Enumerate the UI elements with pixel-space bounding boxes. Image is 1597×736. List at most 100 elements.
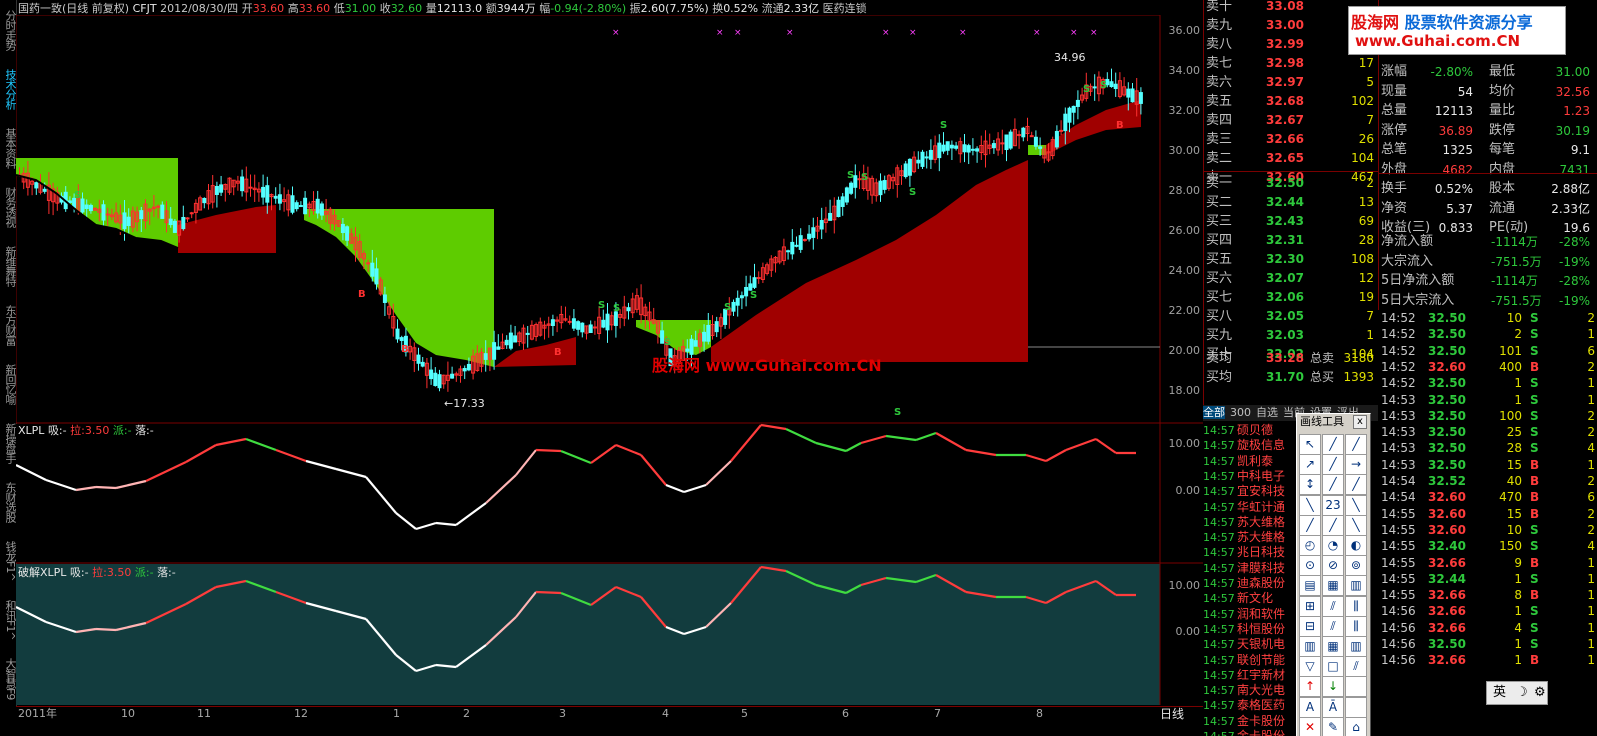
- tick-row[interactable]: 14:56 32.66 4 S 1: [1378, 620, 1597, 636]
- order-book-row[interactable]: 买一 32.50 2: [1206, 174, 1378, 193]
- tick-row[interactable]: 14:54 32.52 40 B 2: [1378, 473, 1597, 489]
- ime-indicator[interactable]: 英 ☽ ⚙: [1486, 681, 1548, 705]
- fan-icon[interactable]: ╲: [1345, 494, 1367, 516]
- order-book-row[interactable]: 卖六 32.97 5: [1206, 73, 1378, 92]
- horizontal-ray-icon[interactable]: →: [1345, 454, 1367, 476]
- order-book-row[interactable]: 买三 32.43 69: [1206, 212, 1378, 231]
- bars3-icon[interactable]: ▥: [1345, 636, 1367, 657]
- stock-list-tab[interactable]: 全部: [1203, 406, 1225, 419]
- delete-icon[interactable]: ✕: [1299, 716, 1321, 736]
- order-book-row[interactable]: 买七 32.06 19: [1206, 288, 1378, 307]
- left-tab-8[interactable]: 东财选股: [0, 474, 16, 530]
- grid-icon[interactable]: ▤: [1299, 575, 1321, 597]
- period-icon[interactable]: ▥: [1345, 575, 1367, 597]
- fan2-icon[interactable]: ⫽: [1345, 656, 1367, 678]
- fibonacci-arc-icon[interactable]: ⊘: [1322, 555, 1344, 577]
- number-tool-icon[interactable]: 23: [1322, 494, 1344, 516]
- tick-row[interactable]: 14:53 32.50 15 B 1: [1378, 457, 1597, 473]
- left-tab-10[interactable]: 和讯F1^: [0, 592, 16, 648]
- pitchfork-icon[interactable]: ⫼: [1345, 595, 1367, 617]
- blank2-icon[interactable]: [1345, 696, 1367, 718]
- order-book-row[interactable]: 买四 32.31 28: [1206, 231, 1378, 250]
- tick-row[interactable]: 14:52 32.50 1 S 1: [1378, 375, 1597, 391]
- pen-icon[interactable]: ✎: [1322, 716, 1344, 736]
- order-book-row[interactable]: 卖三 32.66 26: [1206, 130, 1378, 149]
- tick-row[interactable]: 14:52 32.50 2 S 1: [1378, 326, 1597, 342]
- left-tab-0[interactable]: 分时走势: [0, 2, 16, 58]
- fib-ret-icon[interactable]: ⊞: [1299, 595, 1321, 617]
- tick-row[interactable]: 14:53 32.50 28 S 4: [1378, 440, 1597, 456]
- order-book-row[interactable]: 卖五 32.68 102: [1206, 92, 1378, 111]
- tick-row[interactable]: 14:53 32.50 100 S 2: [1378, 408, 1597, 424]
- stock-list-tab[interactable]: 300: [1230, 406, 1251, 419]
- left-tab-7[interactable]: 新操盘手: [0, 415, 16, 471]
- triangle-icon[interactable]: ▽: [1299, 656, 1321, 678]
- target-icon[interactable]: ⊙: [1299, 555, 1321, 577]
- box-icon[interactable]: ▦: [1322, 575, 1344, 597]
- home-icon[interactable]: ⌂: [1345, 716, 1367, 736]
- tick-row[interactable]: 14:56 32.50 1 S 1: [1378, 636, 1597, 652]
- order-book-row[interactable]: 买八 32.05 7: [1206, 307, 1378, 326]
- tick-row[interactable]: 14:53 32.50 25 S 2: [1378, 424, 1597, 440]
- up-arrow-icon[interactable]: ↑: [1299, 676, 1321, 698]
- select-icon[interactable]: ↖: [1299, 434, 1321, 455]
- cycle-icon[interactable]: ◔: [1322, 535, 1344, 556]
- gann-icon[interactable]: ⊚: [1345, 555, 1367, 577]
- arrow-line-icon[interactable]: ↗: [1299, 454, 1321, 476]
- tick-row[interactable]: 14:52 32.60 400 B 2: [1378, 359, 1597, 375]
- line-tool-icon[interactable]: ╱: [1322, 434, 1344, 455]
- down-arrow-icon[interactable]: ↓: [1322, 676, 1344, 698]
- tick-row[interactable]: 14:55 32.40 150 S 4: [1378, 538, 1597, 554]
- order-book-row[interactable]: 卖四 32.67 7: [1206, 111, 1378, 130]
- vertical-line-icon[interactable]: ↕: [1299, 474, 1321, 496]
- left-tab-1[interactable]: 技术分析: [0, 61, 16, 117]
- order-book-row[interactable]: 买六 32.07 12: [1206, 269, 1378, 288]
- left-tab-11[interactable]: 大智慧F9: [0, 651, 16, 707]
- fib-fan-icon[interactable]: ⊟: [1299, 615, 1321, 637]
- text-box-icon[interactable]: Ā: [1322, 696, 1344, 718]
- text-icon[interactable]: A: [1299, 696, 1321, 718]
- parallel2-icon[interactable]: ⫽: [1322, 595, 1344, 617]
- kline-chart-area[interactable]: SBB BS SSSSS SSSS SBS× × × × × × × × × ×: [16, 15, 1203, 705]
- tick-row[interactable]: 14:55 32.44 1 S 1: [1378, 571, 1597, 587]
- period-label[interactable]: 日线: [1160, 705, 1202, 721]
- tick-row[interactable]: 14:55 32.66 9 B 1: [1378, 555, 1597, 571]
- tick-row[interactable]: 14:55 32.60 15 B 2: [1378, 506, 1597, 522]
- left-tab-5[interactable]: 东方财富: [0, 297, 16, 353]
- regression-icon[interactable]: ╱: [1299, 514, 1321, 536]
- blank-icon[interactable]: [1345, 676, 1367, 698]
- tick-row[interactable]: 14:55 32.60 10 S 2: [1378, 522, 1597, 538]
- tick-row[interactable]: 14:52 32.50 10 S 2: [1378, 310, 1597, 326]
- tick-row[interactable]: 14:54 32.60 470 B 6: [1378, 489, 1597, 505]
- channel2-icon[interactable]: ╱: [1322, 514, 1344, 536]
- stock-list-tab[interactable]: 自选: [1256, 406, 1278, 419]
- ray-tool-icon[interactable]: ╱: [1345, 434, 1367, 455]
- left-tab-3[interactable]: 财务透视: [0, 179, 16, 235]
- left-tab-9[interactable]: 钱龙F1^: [0, 533, 16, 589]
- left-tab-6[interactable]: 新回忆喻: [0, 356, 16, 412]
- channel-icon[interactable]: ╱: [1345, 474, 1367, 496]
- left-tab-2[interactable]: 基本资料: [0, 120, 16, 176]
- rectangle-icon[interactable]: □: [1322, 656, 1344, 678]
- segment-icon[interactable]: ╱: [1322, 454, 1344, 476]
- order-book-row[interactable]: 卖二 32.65 104: [1206, 149, 1378, 168]
- lines2-icon[interactable]: ⫽: [1322, 615, 1344, 637]
- lines3-icon[interactable]: ⫼: [1345, 615, 1367, 637]
- order-book-row[interactable]: 买九 32.03 1: [1206, 326, 1378, 345]
- trend-down-icon[interactable]: ╲: [1299, 494, 1321, 516]
- bars-icon[interactable]: ▥: [1299, 636, 1321, 657]
- arc-icon[interactable]: ╲: [1345, 514, 1367, 536]
- tools-close-button[interactable]: x: [1353, 415, 1367, 429]
- ellipse-icon[interactable]: ◐: [1345, 535, 1367, 556]
- order-book-row[interactable]: 买二 32.44 13: [1206, 193, 1378, 212]
- left-tab-4[interactable]: 新维舞特: [0, 238, 16, 294]
- tick-row[interactable]: 14:52 32.50 101 S 6: [1378, 343, 1597, 359]
- circle-icon[interactable]: ◴: [1299, 535, 1321, 556]
- tick-row[interactable]: 14:55 32.66 8 B 1: [1378, 587, 1597, 603]
- parallel-line-icon[interactable]: ╱: [1322, 474, 1344, 496]
- order-book-row[interactable]: 买五 32.30 108: [1206, 250, 1378, 269]
- tick-list[interactable]: 14:52 32.50 10 S 2 14:52 32.50 2 S 1 14:52 32.50 101…: [1378, 310, 1597, 736]
- tick-row[interactable]: 14:56 32.66 1 B 1: [1378, 652, 1597, 668]
- tick-row[interactable]: 14:56 32.66 1 S 1: [1378, 603, 1597, 619]
- order-book-row[interactable]: 卖七 32.98 17: [1206, 54, 1378, 73]
